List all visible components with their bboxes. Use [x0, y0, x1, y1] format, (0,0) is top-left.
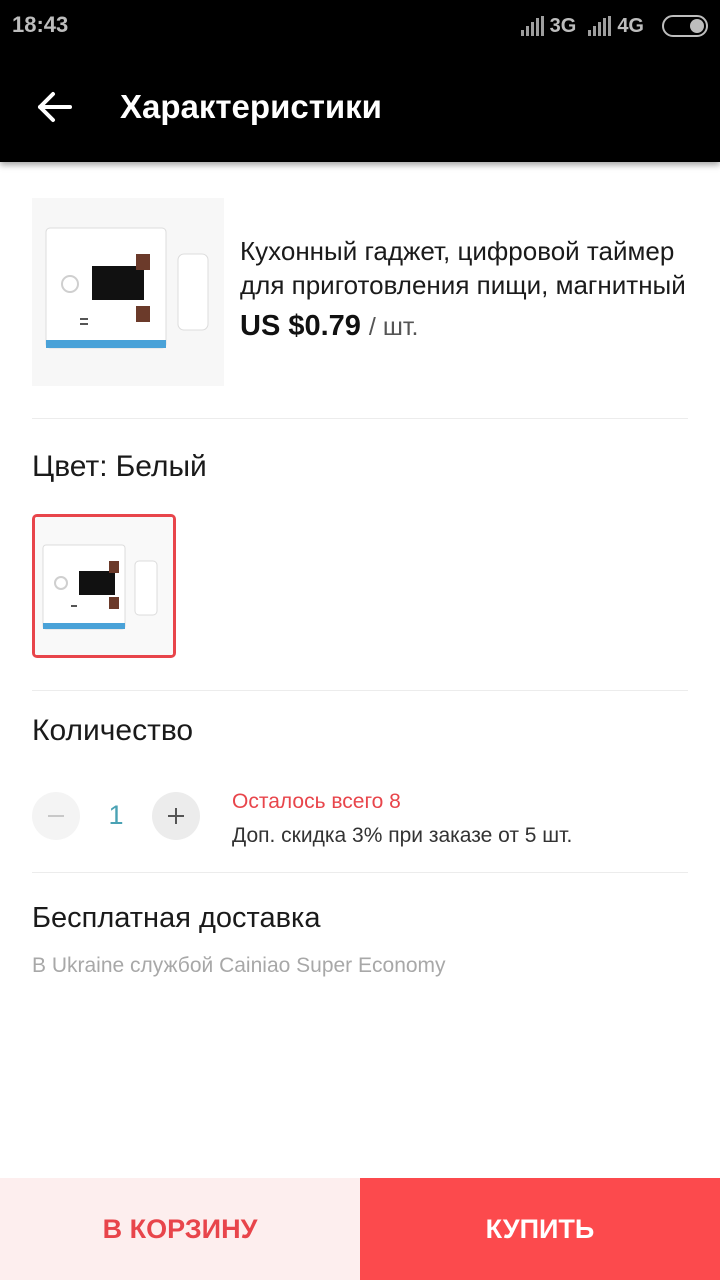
price-row: US $0.79 / шт.	[240, 310, 419, 343]
quantity-value[interactable]: 1	[80, 800, 152, 831]
network-4g-label: 4G	[617, 14, 644, 37]
page-title: Характеристики	[120, 88, 382, 125]
signal-icon	[520, 16, 544, 36]
battery-icon	[662, 15, 708, 37]
product-title: Кухонный гаджет, цифровой таймер для при…	[240, 236, 686, 300]
shipping-description: В Ukraine службой Cainiao Super Economy	[32, 954, 446, 977]
color-value: Белый	[115, 450, 207, 483]
quantity-label: Количество	[32, 714, 194, 747]
status-bar: 18:43 3G 4G	[0, 0, 720, 52]
minus-icon	[48, 815, 64, 817]
status-time: 18:43	[12, 12, 69, 37]
add-to-cart-button[interactable]: В КОРЗИНУ	[0, 1178, 360, 1280]
color-label-prefix: Цвет:	[32, 450, 108, 483]
price-unit: / шт.	[368, 313, 419, 341]
color-swatch-white[interactable]	[32, 514, 176, 658]
buy-now-button[interactable]: КУПИТЬ	[360, 1178, 720, 1280]
plus-icon	[168, 808, 184, 824]
arrow-left-icon[interactable]	[34, 86, 76, 128]
status-icons: 3G 4G	[520, 12, 708, 40]
quantity-increase-button[interactable]	[152, 792, 200, 840]
stock-remaining: Осталось всего 8	[232, 790, 401, 813]
network-3g-label: 3G	[549, 14, 577, 37]
product-price: US $0.79	[240, 310, 361, 342]
color-label: Цвет: Белый	[32, 450, 207, 484]
divider	[32, 872, 688, 873]
bulk-discount-note: Доп. скидка 3% при заказе от 5 шт.	[232, 824, 573, 847]
divider	[32, 690, 688, 691]
app-bar: Характеристики	[0, 52, 720, 162]
quantity-decrease-button[interactable]	[32, 792, 80, 840]
divider	[32, 418, 688, 419]
product-image	[32, 198, 224, 386]
shipping-title: Бесплатная доставка	[32, 902, 321, 934]
signal-icon	[588, 16, 612, 36]
